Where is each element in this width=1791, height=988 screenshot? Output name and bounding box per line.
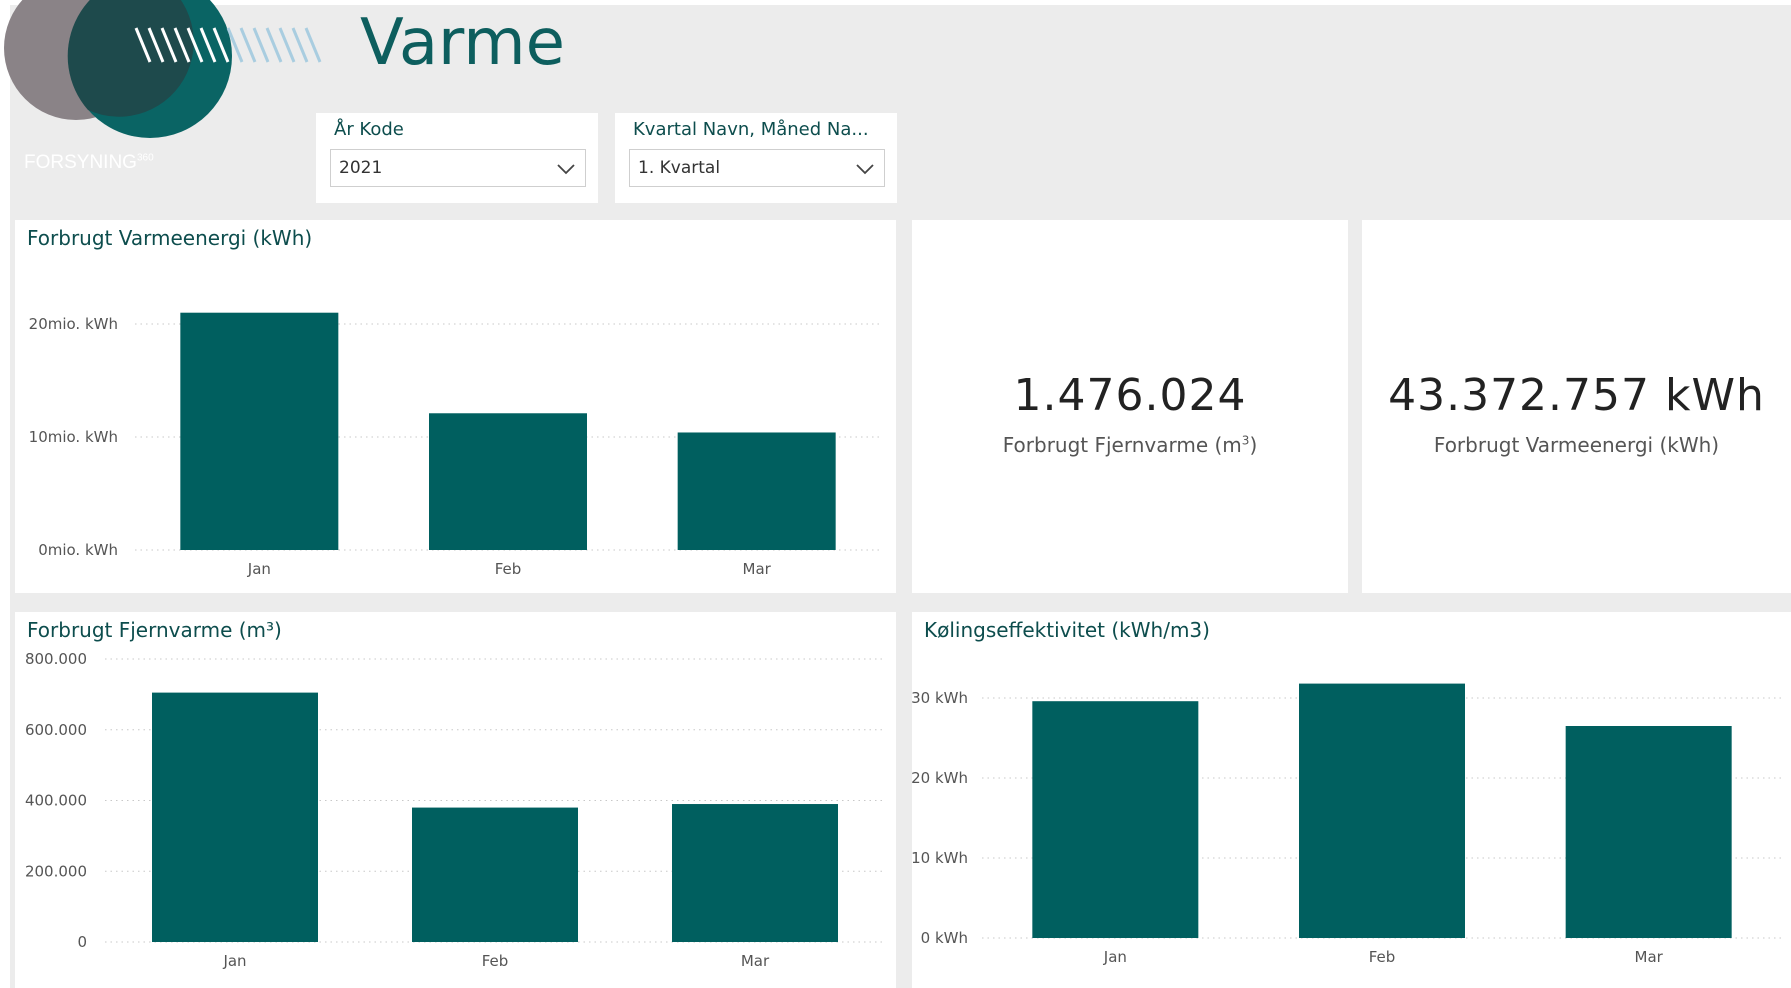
x-category-label: Feb	[482, 952, 509, 970]
stripe	[291, 27, 309, 63]
report-canvas: FORSYNING360 Varme År Kode 2021 Kvartal …	[0, 0, 1791, 988]
chart-koeling: 0 kWh 10 kWh 20 kWh 30 kWh Jan Feb Mar	[912, 683, 1782, 966]
x-category-label: Feb	[1369, 948, 1396, 966]
y-tick-label: 800.000	[25, 650, 87, 668]
stripe	[199, 27, 217, 63]
year-slicer: År Kode 2021	[316, 113, 598, 203]
card-fjernvarme-label-main: Forbrugt Fjernvarme (m	[1002, 433, 1242, 457]
chart-fjernvarme: 0 200.000 400.000 600.000 800.000 Jan Feb Mar	[25, 650, 885, 970]
bar-mar[interactable]	[1565, 726, 1732, 938]
x-category-label: Mar	[741, 952, 770, 970]
stripe	[252, 27, 270, 63]
y-tick-label: 10 kWh	[912, 849, 968, 867]
year-dropdown-value: 2021	[339, 158, 383, 178]
y-tick-label: 0	[77, 933, 87, 951]
year-slicer-label: År Kode	[334, 119, 404, 140]
stripe	[173, 27, 191, 63]
stripe	[304, 27, 322, 63]
period-dropdown-value: 1. Kvartal	[638, 158, 721, 178]
stripe	[239, 27, 257, 63]
stripe	[160, 27, 178, 63]
chart-varmeenergi: 0mio. kWh 10mio. kWh 20mio. kWh Jan Feb Mar	[29, 312, 881, 578]
period-slicer-label: Kvartal Navn, Måned Na...	[633, 119, 869, 140]
chart-varmeenergi-panel: Forbrugt Varmeenergi (kWh) 0mio. kWh 10mi…	[15, 220, 896, 593]
y-tick-label: 600.000	[25, 721, 87, 739]
card-fjernvarme-value: 1.476.024	[1013, 370, 1247, 421]
y-tick-label: 20 kWh	[912, 769, 968, 787]
x-category-label: Jan	[222, 952, 246, 970]
chevron-down-icon	[557, 164, 575, 175]
y-tick-label: 10mio. kWh	[29, 428, 118, 446]
logo-wordmark-text: FORSYNING	[24, 152, 137, 173]
card-varmeenergi-value: 43.372.757 kWh	[1388, 370, 1765, 421]
decorative-stripes	[134, 27, 322, 63]
y-tick-label: 0 kWh	[921, 929, 968, 947]
card-fjernvarme-label: Forbrugt Fjernvarme (m3)	[912, 433, 1348, 457]
year-dropdown[interactable]: 2021	[330, 149, 586, 187]
y-tick-label: 200.000	[25, 862, 87, 880]
period-slicer: Kvartal Navn, Måned Na... 1. Kvartal	[615, 113, 897, 203]
chart-fjernvarme-panel: Forbrugt Fjernvarme (m³) 0 200.000 400.000…	[15, 612, 896, 988]
x-category-label: Mar	[1635, 948, 1664, 966]
card-fjernvarme: 1.476.024 Forbrugt Fjernvarme (m3)	[912, 220, 1348, 593]
stripe	[186, 27, 204, 63]
chart-koeling-panel: Kølingseffektivitet (kWh/m3) 0 kWh 10 kWh…	[912, 612, 1791, 988]
card-varmeenergi: 43.372.757 kWh Forbrugt Varmeenergi (kWh…	[1362, 220, 1791, 593]
bar-jan[interactable]	[1032, 701, 1199, 938]
card-varmeenergi-label: Forbrugt Varmeenergi (kWh)	[1433, 433, 1720, 457]
stripe	[147, 27, 165, 63]
y-tick-label: 400.000	[25, 792, 87, 810]
logo-wordmark: FORSYNING360	[24, 152, 154, 174]
y-tick-label: 0mio. kWh	[38, 541, 118, 559]
stripe	[226, 27, 244, 63]
bar-feb[interactable]	[429, 413, 587, 550]
y-tick-label: 20mio. kWh	[29, 315, 118, 333]
chevron-down-icon	[856, 164, 874, 175]
x-category-label: Jan	[1103, 948, 1127, 966]
bar-mar[interactable]	[672, 804, 838, 942]
x-category-label: Jan	[247, 560, 271, 578]
stripe	[134, 27, 152, 63]
bar-jan[interactable]	[152, 692, 318, 942]
period-dropdown[interactable]: 1. Kvartal	[629, 149, 885, 187]
logo-wordmark-sup: 360	[136, 152, 154, 164]
x-category-label: Feb	[495, 560, 522, 578]
bar-mar[interactable]	[677, 432, 836, 550]
bar-feb[interactable]	[412, 807, 578, 942]
stripe	[265, 27, 283, 63]
bar-jan[interactable]	[180, 312, 339, 550]
stripe	[278, 27, 296, 63]
card-fjernvarme-label-end: )	[1249, 433, 1258, 457]
page-title: Varme	[360, 6, 565, 80]
bar-feb[interactable]	[1299, 683, 1465, 938]
y-tick-label: 30 kWh	[912, 689, 968, 707]
x-category-label: Mar	[743, 560, 772, 578]
stripe	[212, 27, 230, 63]
